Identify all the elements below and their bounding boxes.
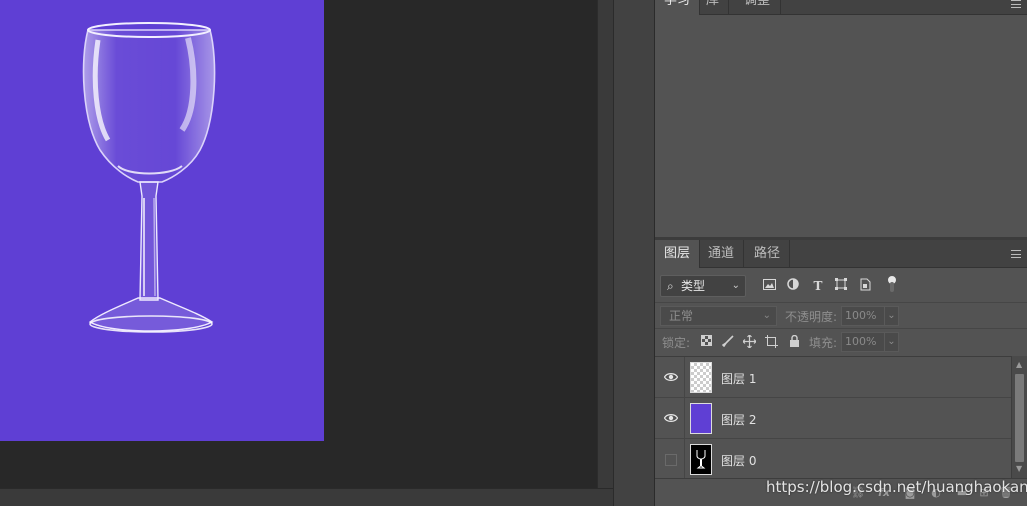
lock-label: 锁定:: [662, 336, 691, 350]
top-panel-content: [655, 15, 1027, 237]
opacity-field[interactable]: 100% ⌄: [841, 306, 899, 326]
tab-libraries[interactable]: 库: [697, 0, 730, 15]
photoshop-window: 学习 库 调整 图层 通道 路径 ⌕ 类型 ⌄ T 正常 ⌄ 不透明度: 100…: [0, 0, 1027, 506]
scroll-thumb[interactable]: [1015, 374, 1024, 462]
filter-toggle-icon[interactable]: [888, 276, 896, 292]
lock-artboard-icon[interactable]: [764, 335, 778, 349]
lock-move-icon[interactable]: [742, 334, 756, 349]
filter-kind-select[interactable]: ⌕ 类型 ⌄: [660, 275, 746, 297]
tab-channels[interactable]: 通道: [699, 240, 745, 268]
lock-transparent-icon[interactable]: [699, 335, 713, 349]
fill-value: 100%: [845, 335, 877, 348]
layer-row[interactable]: 图层 1: [655, 357, 1011, 398]
smart-object-filter-icon[interactable]: [857, 278, 873, 294]
panel-menu-icon[interactable]: [1011, 250, 1021, 258]
filter-kind-label: 类型: [681, 279, 706, 293]
blend-mode-select[interactable]: 正常 ⌄: [660, 306, 777, 326]
document-canvas[interactable]: [0, 0, 324, 441]
chevron-down-icon: ⌄: [762, 310, 771, 321]
blend-row: 正常 ⌄ 不透明度: 100% ⌄: [655, 302, 1027, 328]
layer-filter-row: ⌕ 类型 ⌄ T: [655, 268, 1027, 302]
image-filter-icon[interactable]: [761, 278, 777, 294]
tab-learn[interactable]: 学习: [655, 0, 701, 15]
layer-name[interactable]: 图层 2: [721, 411, 756, 428]
scroll-up-icon[interactable]: ▲: [1016, 360, 1022, 369]
layers-list-scrollbar[interactable]: ▲ ▼: [1011, 356, 1027, 478]
lock-all-icon[interactable]: [787, 334, 801, 349]
blend-mode-value: 正常: [669, 309, 694, 323]
layer-name[interactable]: 图层 0: [721, 452, 756, 469]
visibility-toggle[interactable]: [655, 357, 685, 397]
layer-name[interactable]: 图层 1: [721, 370, 756, 387]
tab-layers[interactable]: 图层: [655, 240, 701, 268]
top-panel-tabbar: 学习 库 调整: [655, 0, 1027, 15]
panel-menu-icon[interactable]: [1011, 0, 1021, 8]
opacity-label: 不透明度:: [785, 310, 838, 324]
chevron-down-icon: ⌄: [731, 280, 740, 291]
layers-list: 图层 1 图层 2 图层 0: [655, 356, 1011, 480]
workspace[interactable]: [0, 0, 597, 488]
scroll-down-icon[interactable]: ▼: [1016, 464, 1022, 473]
lock-row: 锁定: 填充: 100% ⌄: [655, 328, 1027, 354]
adjustment-filter-icon[interactable]: [785, 278, 801, 294]
search-icon: ⌕: [667, 279, 674, 293]
eye-icon: [664, 373, 678, 381]
type-filter-icon[interactable]: T: [810, 278, 826, 294]
layer-thumbnail: [690, 403, 712, 434]
fill-label: 填充:: [809, 336, 838, 350]
watermark: https://blog.csdn.net/huanghaokang: [766, 478, 1027, 496]
collapsed-panel-strip: [613, 0, 655, 506]
layer-thumbnail: [690, 444, 712, 475]
fill-field[interactable]: 100% ⌄: [841, 332, 899, 352]
canvas-horizontal-scrollbar[interactable]: [0, 488, 613, 506]
wine-glass-image: [82, 22, 216, 333]
hidden-visibility-box: [665, 454, 677, 466]
layer-thumbnail: [690, 362, 712, 393]
tab-paths[interactable]: 路径: [745, 240, 791, 268]
layers-panel-tabbar: 图层 通道 路径: [655, 240, 1027, 268]
opacity-value: 100%: [845, 309, 877, 322]
chevron-down-icon: ⌄: [884, 333, 898, 351]
lock-paint-icon[interactable]: [721, 335, 735, 349]
canvas-vertical-scrollbar[interactable]: [597, 0, 613, 488]
eye-icon: [664, 414, 678, 422]
visibility-toggle[interactable]: [655, 439, 685, 479]
visibility-toggle[interactable]: [655, 398, 685, 438]
tab-adjustments[interactable]: 调整: [735, 0, 781, 15]
layer-row[interactable]: 图层 2: [655, 398, 1011, 439]
shape-filter-icon[interactable]: [833, 278, 849, 294]
right-panel-dock: 学习 库 调整 图层 通道 路径 ⌕ 类型 ⌄ T 正常 ⌄ 不透明度: 100…: [655, 0, 1027, 506]
layer-row[interactable]: 图层 0: [655, 439, 1011, 480]
chevron-down-icon: ⌄: [884, 307, 898, 325]
